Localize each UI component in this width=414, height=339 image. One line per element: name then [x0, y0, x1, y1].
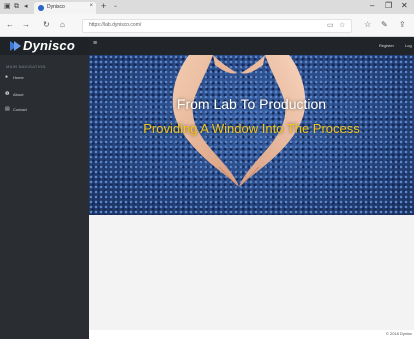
favorite-star-icon[interactable]: ☆	[339, 21, 345, 29]
hero-subtitle: Providing A Window Into The Process	[143, 121, 360, 136]
brand-logo[interactable]: Dynisco	[0, 37, 89, 55]
back-button[interactable]: ←	[6, 20, 14, 30]
browser-tab-strip: ▣ ⧉ ◂ Dynisco × + ⌄ – ❐ ✕	[0, 0, 414, 14]
tab-title: Dynisco	[47, 4, 65, 10]
share-icon[interactable]: ⇪	[399, 20, 406, 30]
browser-tab-active[interactable]: Dynisco ×	[34, 2, 96, 14]
address-bar[interactable]: https://lab.dynisco.com/ ▭ ☆	[82, 19, 352, 33]
info-icon: ❶	[5, 91, 10, 97]
minimize-button[interactable]: –	[370, 1, 374, 11]
contact-card-icon: ▤	[5, 106, 10, 112]
hero-banner: From Lab To Production Providing A Windo…	[89, 55, 414, 215]
brand-name: Dynisco	[23, 38, 75, 53]
home-button[interactable]: ⌂	[60, 20, 65, 30]
new-tab-button[interactable]: +	[101, 1, 106, 11]
reading-view-icon[interactable]: ▭	[327, 21, 334, 29]
tab-close-icon[interactable]: ×	[89, 3, 93, 9]
login-link[interactable]: Log	[405, 43, 412, 48]
url-text: https://lab.dynisco.com/	[89, 22, 142, 28]
main-content-area	[89, 215, 414, 330]
sidebar-item-home[interactable]: ● Home	[5, 74, 85, 82]
hero-title: From Lab To Production	[176, 96, 327, 112]
back-tab-icon[interactable]: ◂	[24, 2, 28, 11]
browser-address-toolbar: ← → ↻ ⌂ https://lab.dynisco.com/ ▭ ☆ ☆ ✎…	[0, 14, 414, 37]
close-window-button[interactable]: ✕	[401, 1, 408, 11]
restore-button[interactable]: ❐	[385, 1, 392, 11]
tab-actions-icon[interactable]: ⧉	[14, 2, 19, 11]
sidebar-item-label: Contact	[13, 107, 27, 112]
favicon-icon	[38, 5, 44, 11]
home-icon: ●	[5, 74, 9, 80]
logo-mark-accent-icon	[14, 41, 21, 51]
footer-copyright: © 2018 Dynisc	[385, 331, 412, 336]
site-sidebar: Dynisco MAIN NAVIGATION ● Home ❶ About ▤…	[0, 37, 89, 339]
sidebar-item-label: About	[13, 92, 24, 97]
register-link[interactable]: Register	[379, 43, 394, 48]
tab-list-chevron-icon[interactable]: ⌄	[113, 2, 118, 9]
browser-app-icon[interactable]: ▣	[4, 2, 11, 11]
favorites-bar-icon[interactable]: ☆	[364, 20, 371, 30]
sidebar-item-contact[interactable]: ▤ Contact	[5, 106, 85, 114]
sidebar-item-label: Home	[13, 75, 24, 80]
refresh-button[interactable]: ↻	[43, 20, 50, 30]
sidebar-item-about[interactable]: ❶ About	[5, 91, 85, 99]
forward-button[interactable]: →	[22, 20, 30, 30]
reading-list-icon[interactable]: ✎	[381, 20, 388, 30]
sidebar-heading: MAIN NAVIGATION	[6, 64, 46, 69]
hamburger-menu-icon[interactable]: ≡	[93, 39, 97, 49]
site-top-navbar: ≡ Register Log	[89, 37, 414, 55]
